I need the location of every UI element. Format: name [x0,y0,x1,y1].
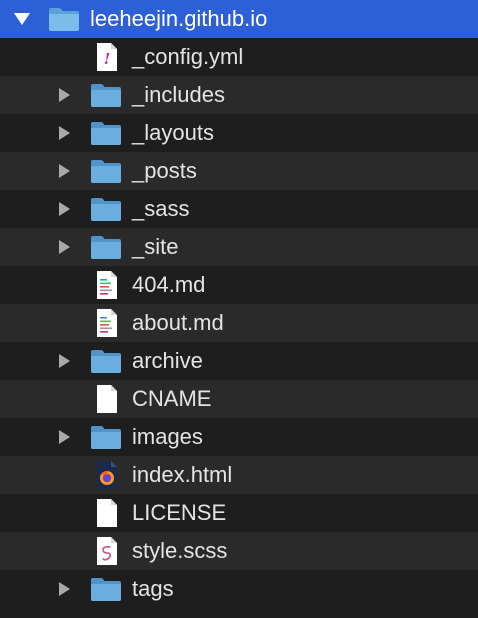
yml-file-icon: ! [91,38,123,76]
item-label: CNAME [132,386,212,411]
item-label: LICENSE [132,500,227,525]
disclosure-down-icon[interactable] [14,0,30,38]
tree-bottom-edge [0,612,478,618]
file-tree: leeheejin.github.io ! _config.yml _inclu… [0,0,478,618]
disclosure-right-icon[interactable] [56,76,72,114]
folder-icon [90,342,122,380]
tree-row-folder[interactable]: _posts [0,152,478,190]
tree-row-folder[interactable]: _sass [0,190,478,228]
item-label: _config.yml [132,44,244,69]
folder-icon [90,228,122,266]
tree-row-folder[interactable]: _layouts [0,114,478,152]
disclosure-right-icon[interactable] [56,342,72,380]
item-label: _sass [132,196,190,221]
tree-row-file[interactable]: 404.md [0,266,478,304]
item-label: _layouts [132,120,214,145]
tree-row-file[interactable]: LICENSE [0,494,478,532]
item-label: images [132,424,203,449]
tree-row-folder[interactable]: _site [0,228,478,266]
item-label: style.scss [132,538,228,563]
item-label: 404.md [132,272,206,297]
disclosure-right-icon[interactable] [56,190,72,228]
folder-icon [90,76,122,114]
svg-text:!: ! [104,50,111,68]
blank-file-icon [91,380,123,418]
tree-row-folder[interactable]: images [0,418,478,456]
disclosure-right-icon[interactable] [56,152,72,190]
folder-icon [90,152,122,190]
root-label: leeheejin.github.io [90,6,268,31]
item-label: archive [132,348,203,373]
item-label: tags [132,576,174,601]
tree-row-folder[interactable]: archive [0,342,478,380]
tree-row-file[interactable]: index.html [0,456,478,494]
blank-file-icon [91,494,123,532]
item-label: _site [132,234,179,259]
tree-row-file[interactable]: style.scss [0,532,478,570]
tree-row-file[interactable]: ! _config.yml [0,38,478,76]
folder-icon [90,418,122,456]
markdown-file-icon [91,266,123,304]
disclosure-right-icon[interactable] [56,228,72,266]
folder-icon [90,190,122,228]
item-label: about.md [132,310,224,335]
tree-row-file[interactable]: CNAME [0,380,478,418]
item-label: _includes [132,82,225,107]
item-label: _posts [132,158,197,183]
tree-row-folder[interactable]: tags [0,570,478,608]
folder-icon [48,0,80,38]
markdown-file-icon [91,304,123,342]
disclosure-right-icon[interactable] [56,114,72,152]
tree-row-folder[interactable]: _includes [0,76,478,114]
item-label: index.html [132,462,233,487]
firefox-html-file-icon [91,456,123,494]
folder-icon [90,114,122,152]
folder-icon [90,570,122,608]
disclosure-right-icon[interactable] [56,418,72,456]
disclosure-right-icon[interactable] [56,570,72,608]
scss-file-icon [91,532,123,570]
tree-row-root[interactable]: leeheejin.github.io [0,0,478,38]
tree-row-file[interactable]: about.md [0,304,478,342]
